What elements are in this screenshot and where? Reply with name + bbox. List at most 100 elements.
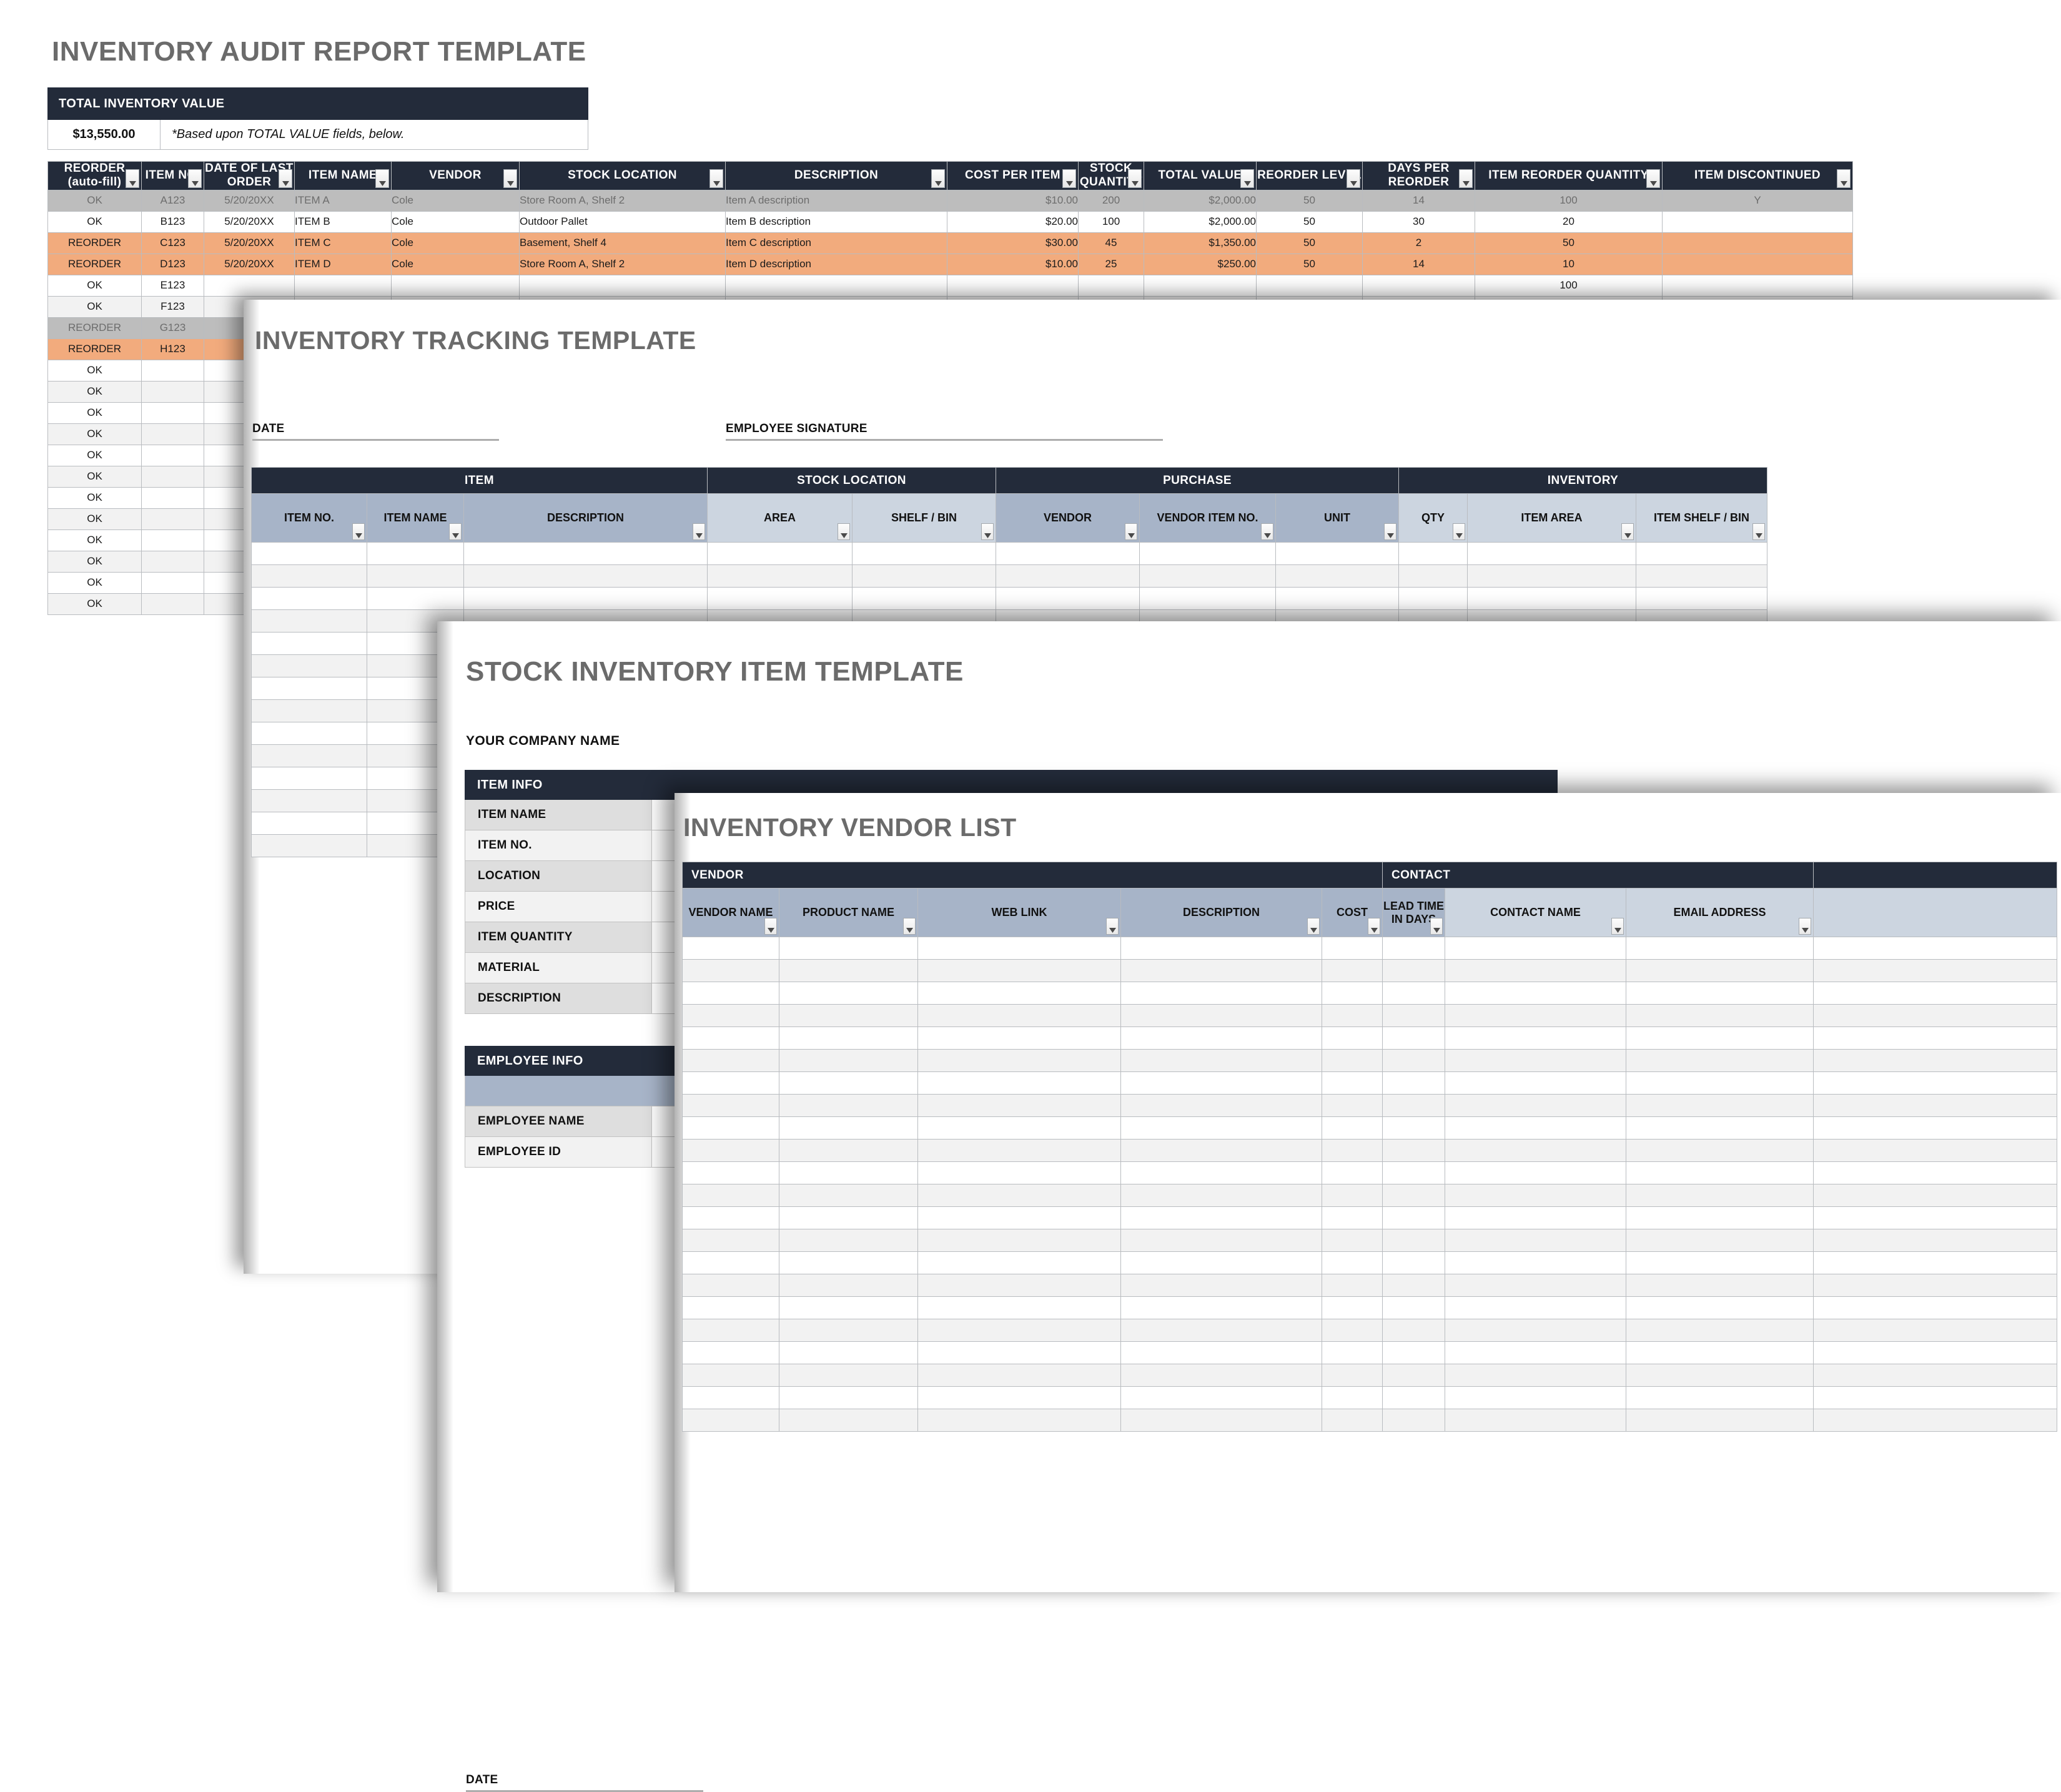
vendor-cell[interactable] xyxy=(1626,1116,1814,1140)
vendor-cell[interactable] xyxy=(682,1004,779,1027)
filter-dropdown-icon[interactable] xyxy=(1430,918,1443,935)
audit-cell-item-no[interactable]: H123 xyxy=(141,338,204,360)
tracking-cell[interactable] xyxy=(1636,542,1767,565)
vendor-cell[interactable] xyxy=(1445,1071,1626,1095)
vendor-col-product-name[interactable]: PRODUCT NAME xyxy=(779,888,918,937)
audit-table-row[interactable]: OK B123 5/20/20XX ITEM B Cole Outdoor Pallet I… xyxy=(47,210,1853,233)
vendor-cell[interactable] xyxy=(1445,959,1626,982)
audit-cell-item-name[interactable] xyxy=(294,274,392,297)
audit-cell-date-of-last-order[interactable]: 5/20/20XX xyxy=(204,232,295,254)
tracking-cell[interactable] xyxy=(463,542,708,565)
tracking-table-row[interactable] xyxy=(251,587,1767,610)
filter-dropdown-icon[interactable] xyxy=(1646,169,1660,188)
vendor-table-row[interactable] xyxy=(682,1049,2057,1072)
vendor-cell[interactable] xyxy=(779,1386,918,1409)
vendor-cell[interactable] xyxy=(1120,1409,1322,1432)
vendor-cell[interactable] xyxy=(917,1409,1121,1432)
audit-col-date-of-last-order[interactable]: DATE OF LAST ORDER xyxy=(204,161,295,190)
audit-cell-reorder-auto-fill[interactable]: OK xyxy=(47,593,142,615)
vendor-cell[interactable] xyxy=(1120,1004,1322,1027)
vendor-cell[interactable] xyxy=(779,1116,918,1140)
vendor-col-contact-name[interactable]: CONTACT NAME xyxy=(1445,888,1626,937)
vendor-cell[interactable] xyxy=(1120,1026,1322,1050)
audit-cell-item-name[interactable]: ITEM A xyxy=(294,189,392,212)
vendor-cell[interactable] xyxy=(1626,1386,1814,1409)
vendor-cell[interactable] xyxy=(1322,1139,1383,1162)
vendor-cell[interactable] xyxy=(682,1251,779,1274)
vendor-cell[interactable] xyxy=(682,1409,779,1432)
stockitem-date-field[interactable]: DATE xyxy=(466,1773,703,1792)
vendor-cell[interactable] xyxy=(917,937,1121,960)
vendor-cell[interactable] xyxy=(1322,937,1383,960)
vendor-cell[interactable] xyxy=(1445,1364,1626,1387)
vendor-cell[interactable] xyxy=(1120,1229,1322,1252)
vendor-cell[interactable] xyxy=(1120,1251,1322,1274)
vendor-cell[interactable] xyxy=(682,1386,779,1409)
tracking-col-unit[interactable]: UNIT xyxy=(1275,493,1399,543)
tracking-cell[interactable] xyxy=(1398,564,1468,588)
audit-col-reorder-auto-fill[interactable]: REORDER (auto-fill) xyxy=(47,161,142,190)
audit-cell-vendor[interactable] xyxy=(391,274,520,297)
tracking-cell[interactable] xyxy=(251,834,367,857)
audit-cell-reorder-auto-fill[interactable]: OK xyxy=(47,295,142,318)
vendor-cell[interactable] xyxy=(1382,937,1445,960)
vendor-cell[interactable] xyxy=(917,1004,1121,1027)
vendor-cell[interactable] xyxy=(1445,1049,1626,1072)
vendor-cell[interactable] xyxy=(1382,1049,1445,1072)
filter-dropdown-icon[interactable] xyxy=(1368,918,1380,935)
filter-dropdown-icon[interactable] xyxy=(126,169,139,188)
vendor-cell[interactable] xyxy=(1626,1049,1814,1072)
filter-dropdown-icon[interactable] xyxy=(1384,523,1396,540)
tracking-col-area[interactable]: AREA xyxy=(707,493,853,543)
audit-cell-reorder-auto-fill[interactable]: OK xyxy=(47,508,142,530)
vendor-cell[interactable] xyxy=(779,1409,918,1432)
vendor-cell[interactable] xyxy=(682,1319,779,1342)
audit-cell-total-value[interactable]: $1,350.00 xyxy=(1144,232,1257,254)
tracking-cell[interactable] xyxy=(1636,587,1767,610)
vendor-cell[interactable] xyxy=(1120,1296,1322,1319)
audit-col-item-discontinued[interactable]: ITEM DISCONTINUED xyxy=(1662,161,1853,190)
audit-cell-stock-quantity[interactable]: 100 xyxy=(1078,210,1144,233)
vendor-cell[interactable] xyxy=(779,1229,918,1252)
audit-cell-reorder-auto-fill[interactable]: OK xyxy=(47,571,142,594)
audit-cell-date-of-last-order[interactable]: 5/20/20XX xyxy=(204,253,295,275)
audit-col-days-per-reorder[interactable]: DAYS PER REORDER xyxy=(1362,161,1475,190)
filter-dropdown-icon[interactable] xyxy=(1125,523,1137,540)
audit-col-item-name[interactable]: ITEM NAME xyxy=(294,161,392,190)
audit-cell-reorder-auto-fill[interactable]: OK xyxy=(47,189,142,212)
tracking-cell[interactable] xyxy=(251,632,367,655)
audit-cell-reorder-auto-fill[interactable]: OK xyxy=(47,401,142,424)
vendor-cell[interactable] xyxy=(917,1206,1121,1229)
vendor-cell[interactable] xyxy=(917,1251,1121,1274)
tracking-cell[interactable] xyxy=(251,564,367,588)
audit-cell-description[interactable]: Item A description xyxy=(725,189,947,212)
audit-cell-item-reorder-quantity[interactable]: 50 xyxy=(1475,232,1663,254)
audit-cell-item-no[interactable]: B123 xyxy=(141,210,204,233)
vendor-cell[interactable] xyxy=(1813,1116,2057,1140)
vendor-cell[interactable] xyxy=(1445,1026,1626,1050)
audit-cell-item-reorder-quantity[interactable]: 10 xyxy=(1475,253,1663,275)
vendor-cell[interactable] xyxy=(917,1364,1121,1387)
vendor-cell[interactable] xyxy=(1120,982,1322,1005)
vendor-cell[interactable] xyxy=(917,1296,1121,1319)
vendor-cell[interactable] xyxy=(1813,937,2057,960)
filter-dropdown-icon[interactable] xyxy=(1799,918,1811,935)
vendor-cell[interactable] xyxy=(1322,1071,1383,1095)
tracking-col-item-name[interactable]: ITEM NAME xyxy=(367,493,464,543)
audit-cell-item-no[interactable]: A123 xyxy=(141,189,204,212)
audit-cell-days-per-reorder[interactable]: 30 xyxy=(1362,210,1475,233)
audit-cell-item-no[interactable] xyxy=(141,571,204,594)
audit-cell-reorder-level[interactable]: 50 xyxy=(1256,210,1363,233)
audit-cell-item-no[interactable] xyxy=(141,359,204,382)
audit-cell-total-value[interactable]: $2,000.00 xyxy=(1144,189,1257,212)
vendor-table-row[interactable] xyxy=(682,1319,2057,1342)
tracking-cell[interactable] xyxy=(463,587,708,610)
tracking-cell[interactable] xyxy=(367,542,464,565)
vendor-cell[interactable] xyxy=(682,1161,779,1184)
tracking-cell[interactable] xyxy=(707,564,853,588)
tracking-cell[interactable] xyxy=(996,587,1140,610)
tracking-cell[interactable] xyxy=(251,677,367,700)
vendor-cell[interactable] xyxy=(1382,1206,1445,1229)
filter-dropdown-icon[interactable] xyxy=(279,169,292,188)
vendor-cell[interactable] xyxy=(1322,959,1383,982)
